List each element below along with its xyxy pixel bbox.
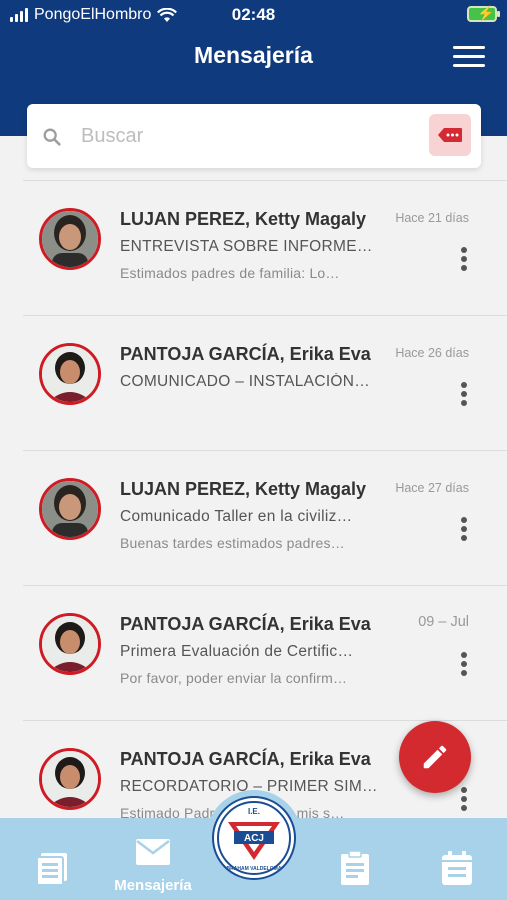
message-date: Hace 26 días (395, 346, 469, 360)
nav-calendar[interactable] (440, 850, 474, 891)
mail-icon (136, 839, 170, 865)
message-item[interactable]: PANTOJA GARCÍA, Erika Eva Primera Evalua… (23, 585, 507, 720)
message-sender: LUJAN PEREZ, Ketty Magaly (120, 209, 367, 229)
message-item[interactable]: LUJAN PEREZ, Ketty Magaly Comunicado Tal… (23, 450, 507, 585)
logo-bottom-text: ABRAHAM VALDELOMAR (223, 866, 286, 872)
filter-tag-button[interactable] (429, 114, 471, 156)
news-icon (36, 853, 67, 886)
status-time: 02:48 (231, 5, 276, 24)
message-item[interactable]: LUJAN PEREZ, Ketty Magaly ENTREVISTA SOB… (23, 180, 507, 315)
message-preview: Estimados padres de familia: Lo… (120, 265, 340, 281)
avatar (39, 748, 101, 810)
avatar (39, 478, 101, 540)
compose-button[interactable] (399, 721, 471, 793)
battery-icon: ⚡ (467, 5, 500, 22)
message-sender: PANTOJA GARCÍA, Erika Eva (120, 749, 371, 769)
avatar (39, 208, 101, 270)
message-subject: COMUNICADO – INSTALACIÓN… (120, 373, 371, 390)
message-date: Hace 27 días (395, 481, 469, 495)
menu-icon[interactable] (453, 46, 485, 68)
search-input[interactable] (81, 120, 411, 152)
message-preview: Por favor, poder enviar la confirm… (120, 670, 348, 686)
message-subject: Comunicado Taller en la civiliz… (120, 508, 353, 525)
calendar-icon (442, 851, 472, 885)
logo-center-text: ACJ (244, 833, 264, 844)
avatar (39, 343, 101, 405)
nav-news[interactable] (34, 850, 70, 891)
more-vertical-icon[interactable] (459, 652, 469, 678)
more-vertical-icon[interactable] (459, 517, 469, 543)
message-sender: PANTOJA GARCÍA, Erika Eva (120, 344, 371, 364)
nav-tasks[interactable] (338, 850, 372, 891)
message-subject: Primera Evaluación de Certific… (120, 643, 354, 660)
more-vertical-icon[interactable] (459, 787, 469, 813)
page-title: Mensajería (194, 42, 313, 68)
message-date: 09 – Jul (418, 614, 469, 630)
nav-messages[interactable]: Mensajería (108, 838, 198, 894)
pencil-icon (423, 745, 447, 769)
status-bar: PongoElHombro 02:48 ⚡ (0, 0, 507, 30)
clipboard-icon (341, 850, 369, 885)
message-item[interactable]: PANTOJA GARCÍA, Erika Eva COMUNICADO – I… (23, 315, 507, 450)
logo-top-text: I.E. (248, 807, 260, 816)
message-sender: LUJAN PEREZ, Ketty Magaly (120, 479, 367, 499)
more-vertical-icon[interactable] (459, 247, 469, 273)
message-preview: Buenas tardes estimados padres… (120, 535, 345, 551)
school-logo: I.E. ACJ ABRAHAM VALDELOMAR (212, 796, 296, 880)
message-sender: PANTOJA GARCÍA, Erika Eva (120, 614, 371, 634)
message-date: Hace 21 días (395, 211, 469, 225)
avatar (39, 613, 101, 675)
message-subject: ENTREVISTA SOBRE INFORME… (120, 238, 373, 255)
school-logo-button[interactable]: I.E. ACJ ABRAHAM VALDELOMAR (206, 790, 302, 886)
more-vertical-icon[interactable] (459, 382, 469, 408)
tag-icon (438, 128, 462, 142)
search-icon (43, 128, 61, 146)
search-bar (27, 104, 481, 168)
nav-messages-label: Mensajería (114, 877, 192, 894)
